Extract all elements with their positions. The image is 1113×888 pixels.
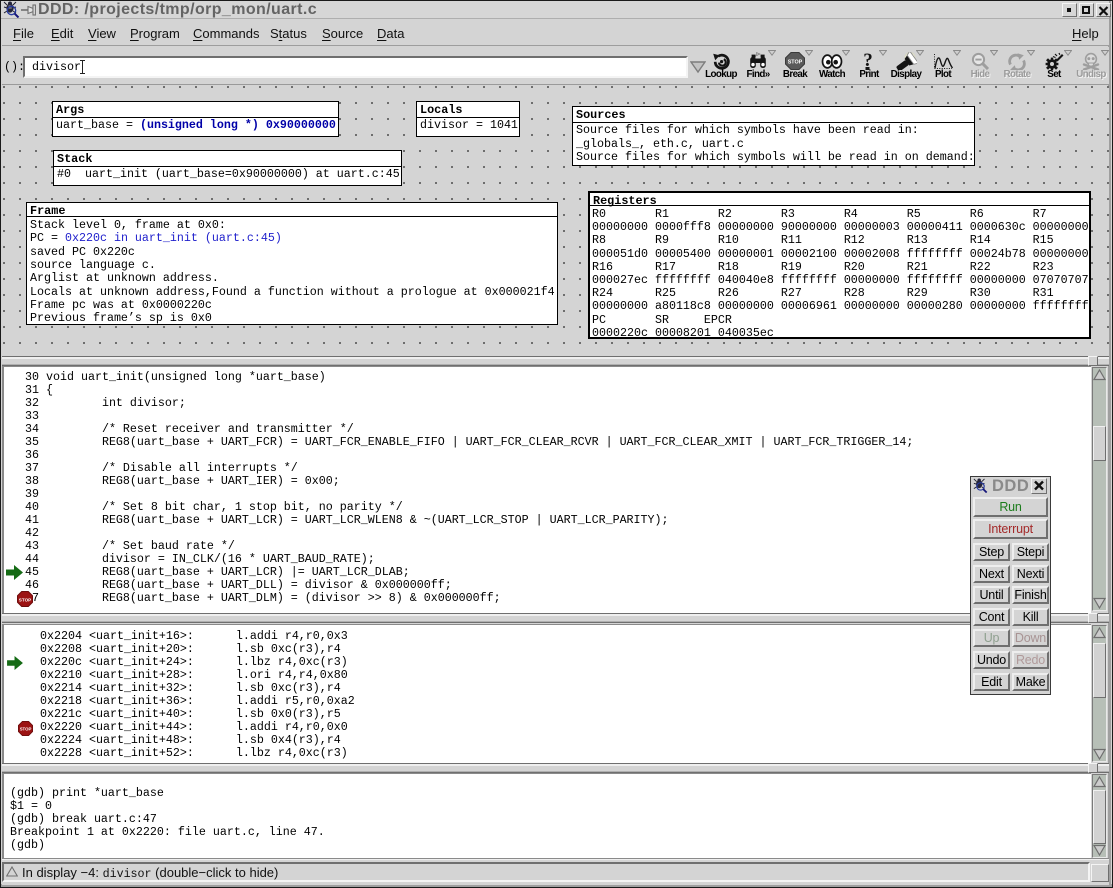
svg-text:STOP: STOP [20,727,32,732]
svg-text:STOP: STOP [19,597,31,602]
svg-text:STOP: STOP [788,60,803,66]
